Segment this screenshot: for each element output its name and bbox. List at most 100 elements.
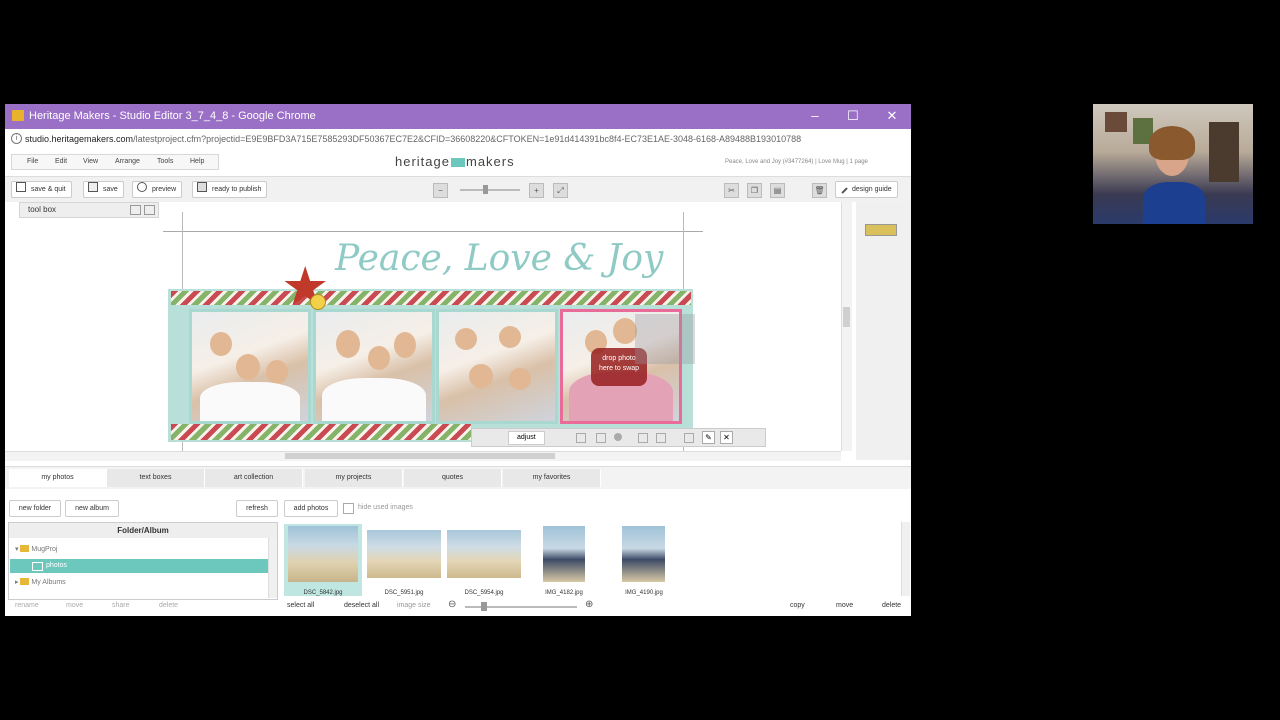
thumbnail-4[interactable]: IMG_4182.jpg [525, 524, 603, 596]
zoom-in-icon[interactable]: + [529, 183, 544, 198]
hide-used-label: hide used images [358, 504, 413, 511]
photo-slot-3[interactable] [436, 309, 558, 424]
menu-arrange[interactable]: Arrange [115, 158, 140, 165]
rename-action[interactable]: rename [15, 602, 39, 609]
brand-left: heritage [395, 154, 450, 169]
share-action[interactable]: share [112, 602, 130, 609]
brand-right: makers [465, 154, 515, 169]
thumbnail-1[interactable]: DSC_5842.jpg [284, 524, 362, 596]
circle-icon[interactable] [614, 433, 622, 441]
tab-my-photos[interactable]: my photos [9, 469, 107, 487]
vertical-scrollbar[interactable] [841, 202, 852, 451]
delete-folder-action[interactable]: delete [159, 602, 178, 609]
copy-button[interactable]: copy [790, 602, 805, 609]
photo-slot-2[interactable] [313, 309, 435, 424]
printer-icon [197, 182, 207, 192]
preview-label: preview [152, 186, 177, 193]
menu-edit[interactable]: Edit [55, 158, 67, 165]
menu-tools[interactable]: Tools [157, 158, 173, 165]
thumbnail-2[interactable]: DSC_5951.jpg [365, 524, 443, 596]
new-album-button[interactable]: new album [65, 500, 119, 517]
album-icon [32, 562, 43, 571]
ready-to-publish-button[interactable]: ready to publish [192, 181, 268, 198]
thumbnail-5[interactable]: IMG_4190.jpg [605, 524, 683, 596]
menu-view[interactable]: View [83, 158, 98, 165]
button-embellishment-icon [310, 294, 326, 310]
drop-hint-line-2: here to swap [598, 365, 640, 372]
save-quit-button[interactable]: save & quit [11, 181, 72, 198]
duplicate-icon[interactable] [684, 433, 694, 443]
fit-screen-icon[interactable]: ⤢ [553, 183, 568, 198]
zoom-slider[interactable] [460, 189, 520, 191]
adjust-toolbar: adjust ✎ ✕ [471, 428, 766, 447]
cut-icon[interactable]: ✂ [724, 183, 739, 198]
hide-used-checkbox[interactable] [343, 503, 354, 514]
add-photos-button[interactable]: add photos [284, 500, 338, 517]
minimize-button[interactable]: – [800, 108, 830, 124]
tree-item-photos[interactable]: photos [10, 559, 268, 573]
bottom-stripe [171, 424, 471, 440]
thumbnail-image [367, 530, 441, 578]
deselect-all-button[interactable]: deselect all [344, 602, 379, 609]
menu-file[interactable]: File [27, 158, 38, 165]
thumbnail-3[interactable]: DSC_5954.jpg [445, 524, 523, 596]
paste-icon[interactable]: ▤ [770, 183, 785, 198]
tab-art-collection[interactable]: art collection [205, 469, 303, 487]
vertical-scroll-thumb[interactable] [843, 307, 850, 327]
preview-button[interactable]: preview [132, 181, 183, 198]
tab-quotes[interactable]: quotes [404, 469, 502, 487]
bring-forward-icon[interactable] [638, 433, 648, 443]
horizontal-scroll-thumb[interactable] [285, 453, 555, 459]
select-all-button[interactable]: select all [287, 602, 314, 609]
layer-icon[interactable] [576, 433, 586, 443]
zoom-in-thumbs-icon[interactable]: ⊕ [585, 599, 593, 610]
design-canvas[interactable]: tool box Peace, Love & Joy drop photo he… [5, 202, 856, 461]
delete-button[interactable]: delete [882, 602, 901, 609]
edit-icon[interactable]: ✎ [702, 431, 715, 444]
tree-scrollbar[interactable] [268, 538, 277, 598]
thumbnail-scrollbar[interactable] [901, 522, 910, 596]
maximize-button[interactable]: ☐ [838, 108, 868, 124]
info-icon[interactable]: i [11, 133, 22, 144]
image-size-handle[interactable] [481, 602, 487, 611]
page-thumbnail[interactable] [865, 224, 897, 236]
zoom-out-thumbs-icon[interactable]: ⊖ [448, 599, 456, 610]
zoom-out-icon[interactable]: − [433, 183, 448, 198]
restore-icon[interactable] [130, 205, 141, 215]
copy-icon[interactable]: ❐ [747, 183, 762, 198]
crop-icon[interactable] [596, 433, 606, 443]
close-window-button[interactable]: ✕ [877, 108, 907, 124]
trash-icon[interactable]: 🗑 [812, 183, 827, 198]
thumbnail-caption: IMG_4190.jpg [625, 590, 663, 596]
save-label: save [103, 186, 118, 193]
send-back-icon[interactable] [656, 433, 666, 443]
tab-text-boxes[interactable]: text boxes [107, 469, 205, 487]
tree-item-my-albums[interactable]: ▸ My Albums [15, 578, 66, 586]
tool-box[interactable]: tool box [19, 202, 159, 218]
tab-my-projects[interactable]: my projects [305, 469, 403, 487]
collapse-icon[interactable] [144, 205, 155, 215]
horizontal-scrollbar[interactable] [5, 451, 841, 461]
tree-item-mugproj[interactable]: ▾ MugProj [15, 545, 58, 553]
design-guide-button[interactable]: design guide [835, 181, 898, 198]
thumbnail-image [622, 526, 665, 582]
remove-icon[interactable]: ✕ [720, 431, 733, 444]
face [394, 332, 416, 358]
thumbnail-caption: DSC_5842.jpg [303, 590, 343, 596]
project-info: Peace, Love and Joy (#3477264) | Love Mu… [725, 159, 868, 165]
tab-my-favorites[interactable]: my favorites [503, 469, 601, 487]
face [469, 364, 493, 388]
menu-help[interactable]: Help [190, 158, 204, 165]
mug-title-text[interactable]: Peace, Love & Joy [335, 238, 663, 279]
refresh-button[interactable]: refresh [236, 500, 278, 517]
new-folder-button[interactable]: new folder [9, 500, 61, 517]
adjust-button[interactable]: adjust [508, 431, 545, 445]
save-button[interactable]: save [83, 181, 124, 198]
move-folder-action[interactable]: move [66, 602, 83, 609]
photo-slot-1[interactable] [189, 309, 311, 424]
zoom-slider-handle[interactable] [483, 185, 488, 194]
move-button[interactable]: move [836, 602, 853, 609]
thumbnail-caption: IMG_4182.jpg [545, 590, 583, 596]
tree-label-mugproj: MugProj [31, 546, 58, 553]
address-bar[interactable]: i studio.heritagemakers.com/latestprojec… [5, 129, 911, 151]
